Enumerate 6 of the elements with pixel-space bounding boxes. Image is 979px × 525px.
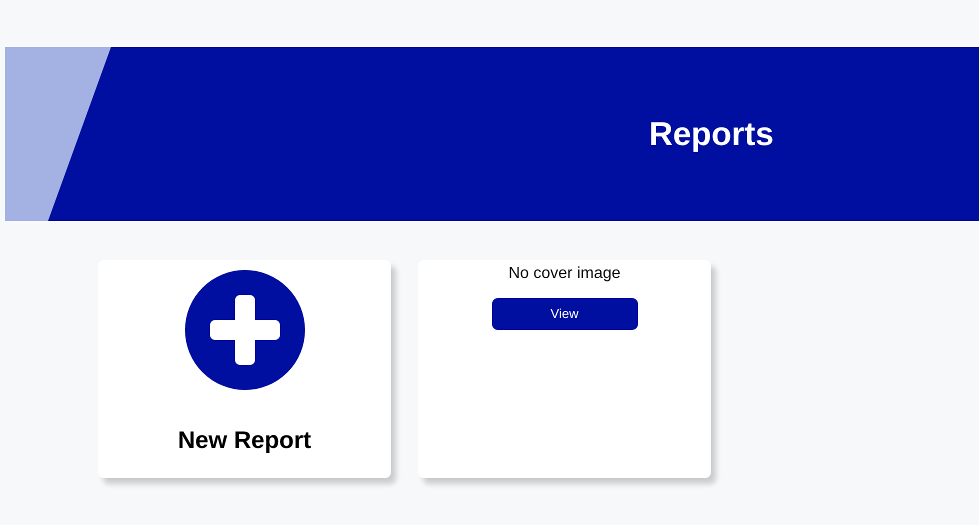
page-title: Reports [649,114,774,154]
new-report-card[interactable]: New Report [98,260,391,478]
cover-placeholder-text: No cover image [508,264,621,284]
view-button[interactable]: View [492,298,638,330]
card-label: New Report [178,426,312,456]
plus-circle-icon [184,270,304,390]
